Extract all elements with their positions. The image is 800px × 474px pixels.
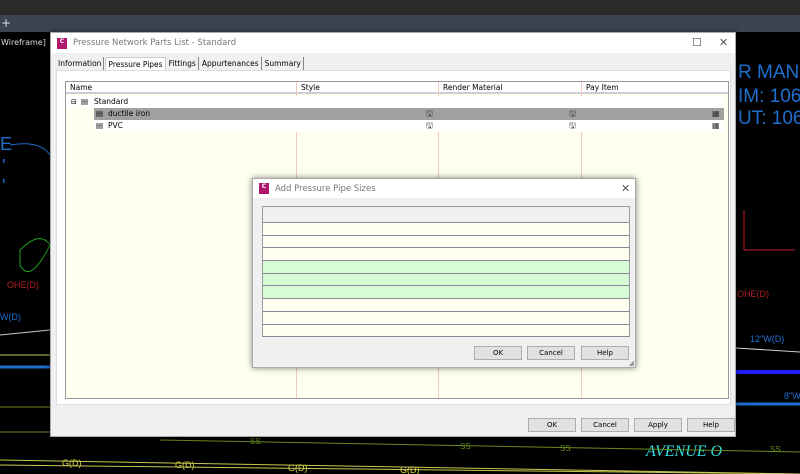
cad-text: ' [2, 156, 5, 176]
street-label: AVENUE O [645, 443, 723, 460]
ok-button[interactable]: OK [474, 346, 522, 360]
add-pipe-sizes-dialog: C Add Pressure Pipe Sizes ✕ OK Cancel He… [252, 178, 636, 368]
app-top-bar [0, 0, 800, 15]
tree-label: Standard [94, 97, 129, 106]
civil3d-app-icon: C [259, 183, 269, 194]
cad-text: W(D) [0, 312, 21, 322]
style-picker-icon[interactable]: 🖫 [426, 108, 433, 120]
title-bar: C Add Pressure Pipe Sizes [253, 179, 635, 198]
cad-text: OHE(D) [7, 280, 39, 290]
size-row[interactable] [263, 248, 629, 262]
cancel-button[interactable]: Cancel [581, 418, 629, 432]
cad-text: SS [560, 444, 571, 453]
new-tab-button[interactable]: + [1, 16, 11, 30]
cad-text: 8"W [784, 391, 800, 401]
render-material-picker-icon[interactable]: 🖫 [569, 108, 576, 120]
cad-text: 12"W(D) [750, 334, 784, 344]
cad-text: ' [2, 176, 5, 196]
size-row[interactable] [263, 311, 629, 325]
parts-list-icon: ▤ [81, 97, 89, 106]
cad-text: IM: 106 [738, 86, 800, 107]
tab-pressure-pipes[interactable]: Pressure Pipes [105, 57, 166, 70]
cad-text: E [0, 134, 12, 154]
collapse-icon[interactable]: ⊟ [71, 96, 77, 108]
cad-text: OHE(D) [737, 289, 769, 299]
cad-text: UT: 106 [738, 108, 800, 129]
ok-button[interactable]: OK [528, 418, 576, 432]
grid-header [263, 207, 629, 223]
cad-text: SS [770, 445, 781, 454]
size-row[interactable] [263, 223, 629, 236]
tab-fittings[interactable]: Fittings [167, 57, 199, 70]
dialog-title: Add Pressure Pipe Sizes [275, 183, 376, 194]
tree-row-pvc[interactable]: ▤ PVC 🖫 🖫 ▦ [94, 120, 724, 132]
pay-item-picker-icon[interactable]: ▦ [712, 120, 720, 132]
close-button[interactable]: ✕ [719, 36, 728, 49]
tree-label: ductile iron [108, 109, 151, 118]
apply-button[interactable]: Apply [634, 418, 682, 432]
dialog-title: Pressure Network Parts List - Standard [73, 38, 237, 48]
cad-text: G(D) [62, 458, 82, 468]
size-row[interactable] [263, 299, 629, 312]
pipe-sizes-grid[interactable] [262, 206, 630, 338]
viewport-visual-style-label[interactable]: Wireframe] [1, 38, 46, 47]
size-row[interactable] [263, 324, 629, 338]
cad-text: G(D) [175, 460, 195, 470]
document-tab-bar: + [0, 15, 800, 32]
help-button[interactable]: Help [581, 346, 629, 360]
style-picker-icon[interactable]: 🖫 [426, 120, 433, 132]
column-header-style[interactable]: Style [297, 82, 439, 92]
resize-grip[interactable]: ◢ [629, 359, 634, 367]
column-header-name[interactable]: Name [66, 82, 297, 92]
size-row[interactable] [263, 286, 629, 300]
cad-text: R MANH [738, 62, 800, 83]
maximize-button[interactable]: ☐ [692, 36, 702, 49]
title-bar: C Pressure Network Parts List - Standard [51, 33, 735, 53]
cancel-button[interactable]: Cancel [527, 346, 575, 360]
help-button[interactable]: Help [687, 418, 735, 432]
tab-summary[interactable]: Summary [263, 57, 304, 70]
tab-strip: Information Pressure Pipes Fittings Appu… [56, 57, 305, 70]
size-row[interactable] [263, 235, 629, 249]
close-button[interactable]: ✕ [621, 182, 630, 195]
tree-row-standard[interactable]: ⊟ ▤ Standard [66, 96, 724, 108]
cad-text: SS [460, 442, 471, 451]
tab-information[interactable]: Information [56, 57, 105, 70]
tab-appurtenances[interactable]: Appurtenances [200, 57, 262, 70]
civil3d-app-icon: C [57, 37, 67, 49]
size-row[interactable] [263, 273, 629, 287]
grid-header: Name Style Render Material Pay Item [66, 82, 728, 94]
column-header-pay-item[interactable]: Pay Item [582, 82, 724, 92]
size-row[interactable] [263, 261, 629, 274]
tree-label: PVC [108, 121, 123, 130]
render-material-picker-icon[interactable]: 🖫 [569, 120, 576, 132]
pay-item-picker-icon[interactable]: ▦ [712, 108, 720, 120]
column-header-render-material[interactable]: Render Material [439, 82, 582, 92]
tree-row-ductile-iron[interactable]: ▤ ductile iron 🖫 🖫 ▦ [94, 108, 724, 120]
pipe-family-icon: ▤ [96, 121, 104, 130]
pipe-family-icon: ▤ [96, 109, 104, 118]
